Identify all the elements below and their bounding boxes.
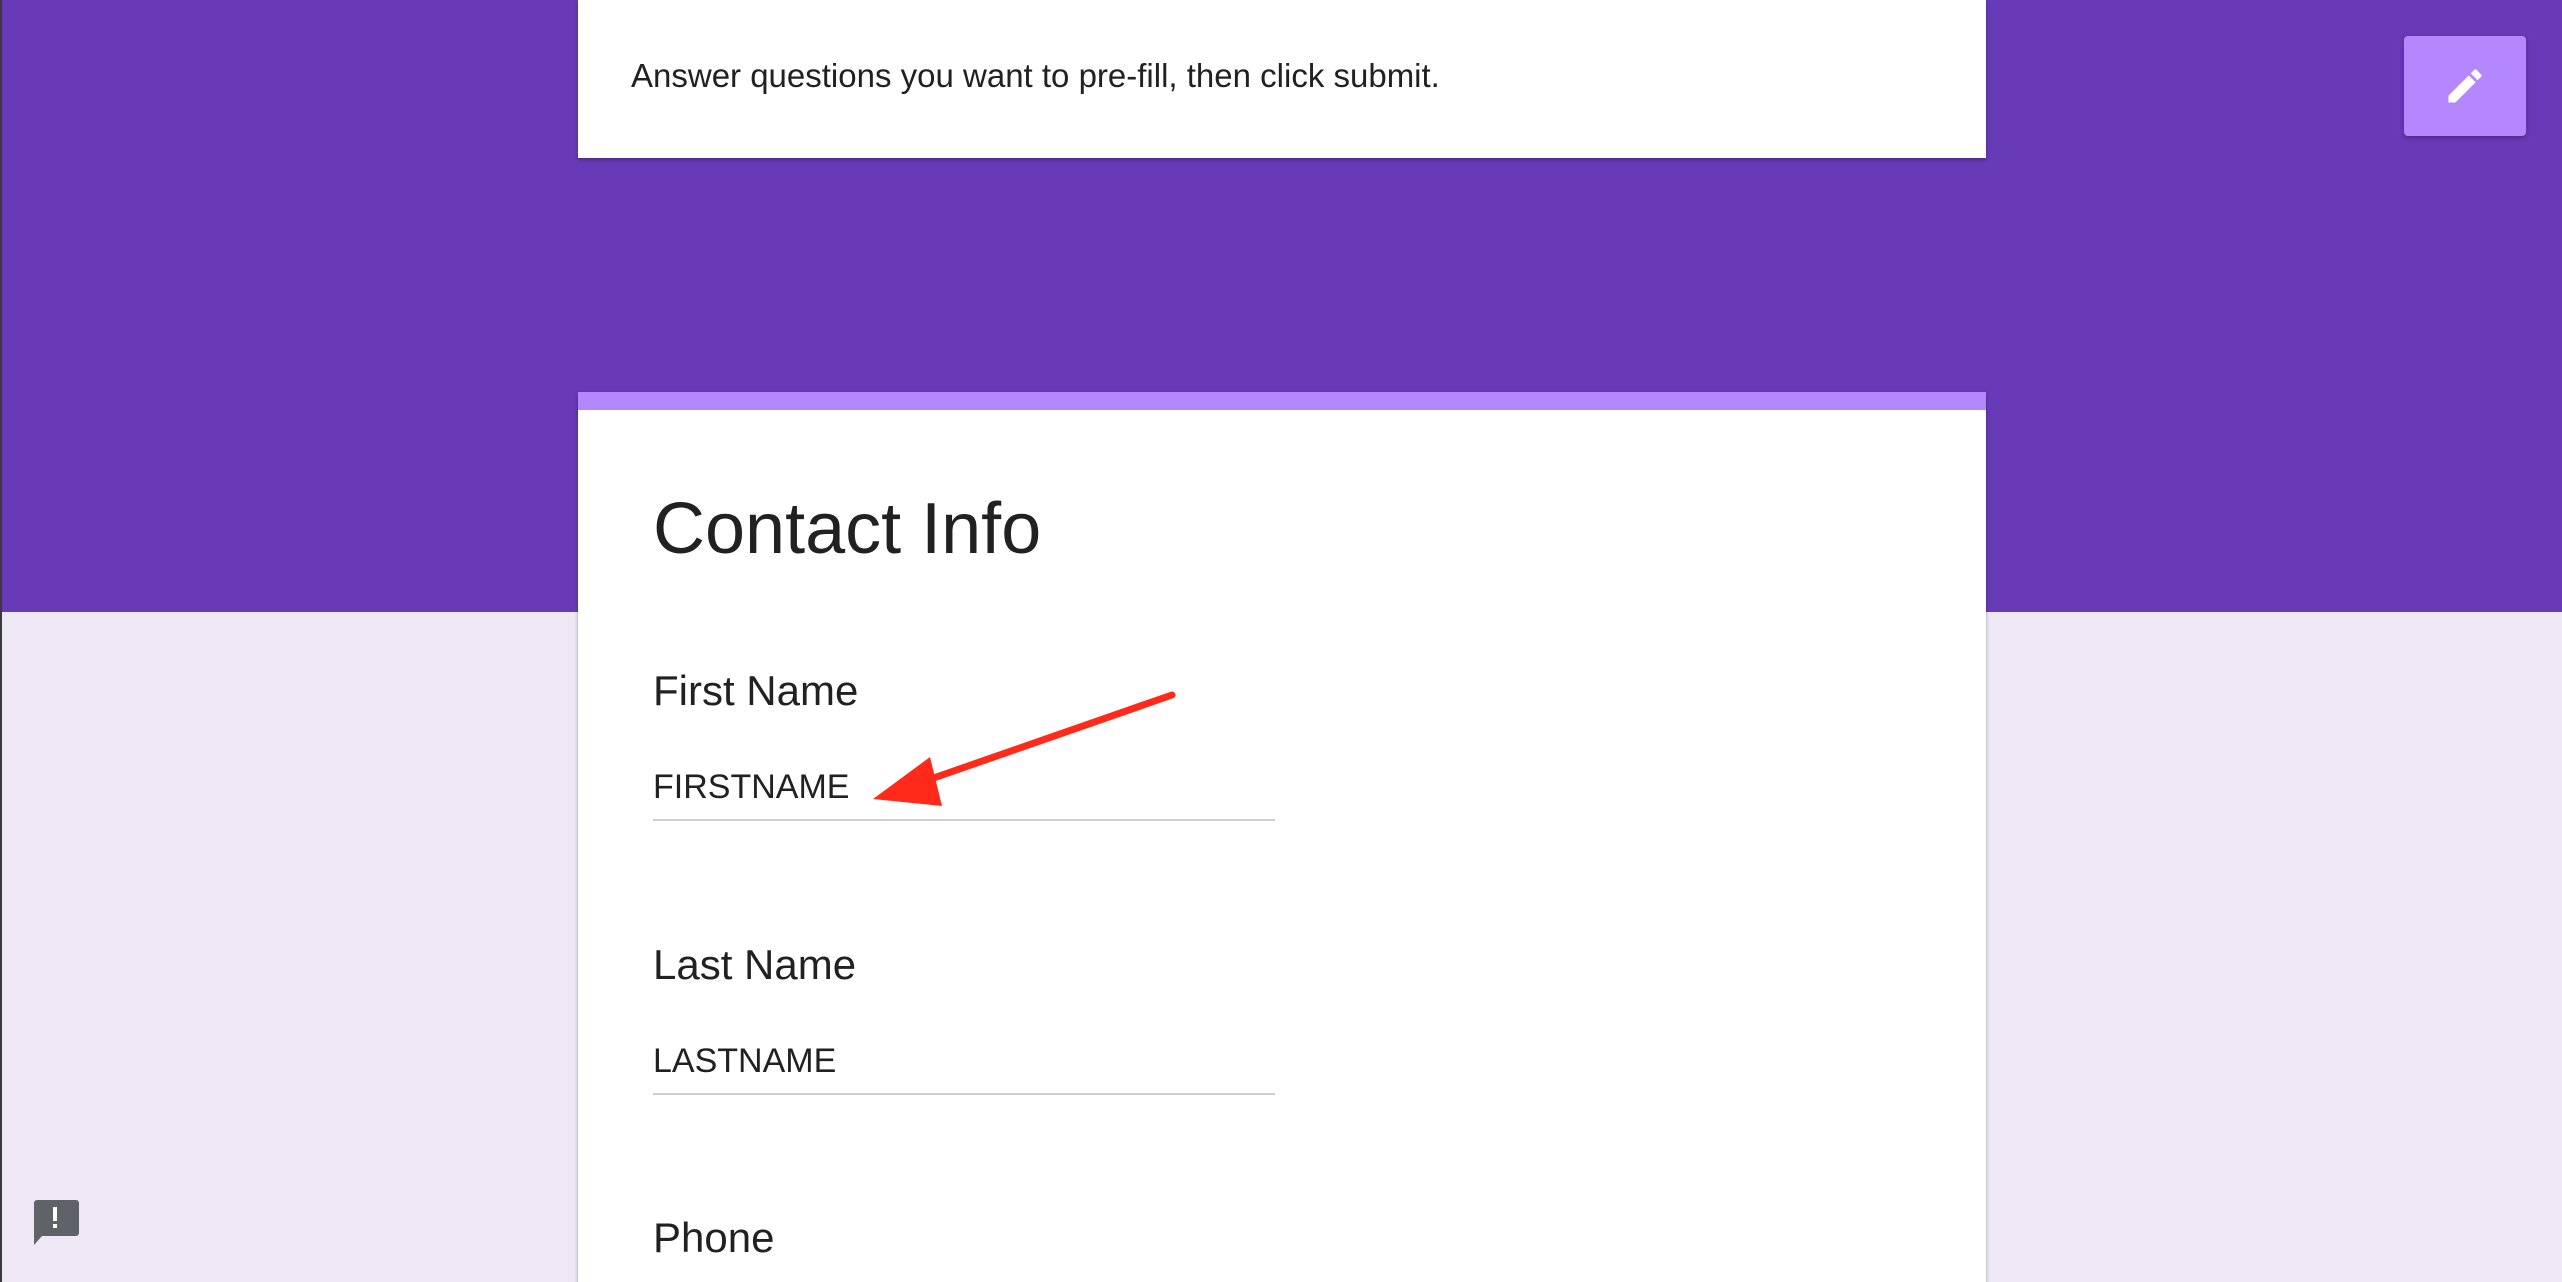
question-last-name: Last Name [653,941,1275,1095]
section-accent-bar [578,392,1986,410]
question-label: Phone [653,1214,775,1261]
section-title: Contact Info [653,489,1042,569]
report-feedback-icon [34,1200,79,1245]
edit-form-button[interactable] [2404,36,2526,136]
question-label: First Name [653,667,859,714]
report-feedback-button[interactable] [30,1196,80,1248]
question-first-name: First Name [653,667,1275,821]
form-description: Answer questions you want to pre-fill, t… [631,57,1440,94]
section-card-contact-info: Contact Info First Name Last Name Phone [578,392,1986,1282]
question-phone: Phone [653,1214,1275,1262]
pencil-icon [2448,69,2482,103]
form-description-card: Answer questions you want to pre-fill, t… [578,0,1986,158]
window-edge [0,0,2,1282]
last-name-input[interactable] [653,1037,1275,1095]
question-label: Last Name [653,941,857,988]
first-name-input[interactable] [653,763,1275,821]
